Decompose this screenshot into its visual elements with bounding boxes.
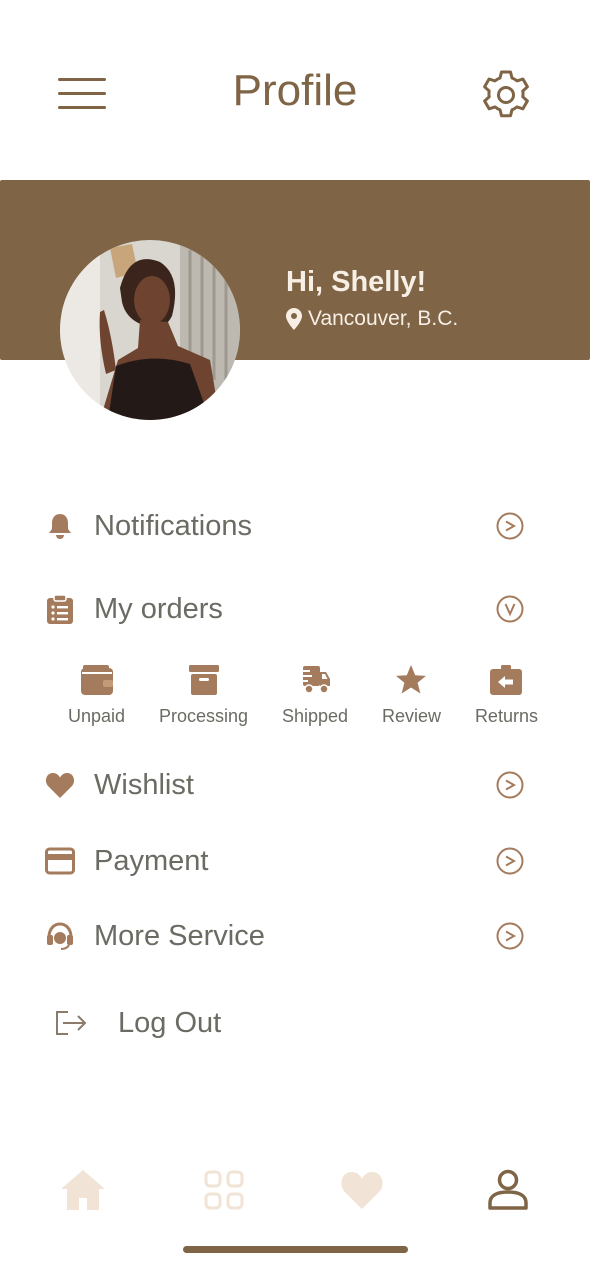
wishlist-row[interactable]: Wishlist xyxy=(44,760,534,810)
tab-wishlist[interactable] xyxy=(330,1158,394,1222)
location: Vancouver, B.C. xyxy=(286,307,458,331)
order-shipped-label: Shipped xyxy=(281,706,349,726)
archive-box-icon xyxy=(184,662,224,698)
home-icon xyxy=(61,1170,105,1210)
avatar[interactable] xyxy=(60,240,240,420)
credit-card-icon xyxy=(44,845,76,877)
my-orders-row[interactable]: My orders xyxy=(44,584,534,634)
order-review-label: Review xyxy=(381,706,441,726)
map-pin-icon xyxy=(286,308,302,330)
headset-icon xyxy=(44,920,76,952)
wallet-icon xyxy=(77,662,117,698)
order-returns-label: Returns xyxy=(474,706,538,726)
delivery-truck-icon xyxy=(295,662,335,698)
tab-profile[interactable] xyxy=(476,1158,540,1222)
clipboard-list-icon xyxy=(44,593,76,625)
log-out-button[interactable]: Log Out xyxy=(54,998,221,1048)
chevron-right-circle-icon[interactable] xyxy=(496,922,524,950)
chevron-right-circle-icon[interactable] xyxy=(496,512,524,540)
payment-label: Payment xyxy=(94,844,209,877)
heart-icon xyxy=(341,1172,383,1209)
order-processing-label: Processing xyxy=(158,706,249,726)
tab-categories[interactable] xyxy=(192,1158,256,1222)
bottom-tab-bar xyxy=(0,1158,590,1222)
wishlist-label: Wishlist xyxy=(94,768,194,801)
payment-row[interactable]: Payment xyxy=(44,836,534,886)
greeting-text: Hi, Shelly! xyxy=(286,266,427,298)
notifications-label: Notifications xyxy=(94,509,252,542)
avatar-photo xyxy=(60,240,240,420)
chevron-right-circle-icon[interactable] xyxy=(496,771,524,799)
notifications-row[interactable]: Notifications xyxy=(44,501,534,551)
home-indicator xyxy=(183,1246,408,1253)
chevron-right-circle-icon[interactable] xyxy=(496,847,524,875)
order-processing[interactable]: Processing xyxy=(159,662,248,727)
heart-icon xyxy=(44,769,76,801)
order-unpaid-label: Unpaid xyxy=(68,706,126,726)
order-status-bar: Unpaid Processing Shipped Review Returns xyxy=(68,662,538,727)
settings-button[interactable] xyxy=(479,68,533,122)
return-box-icon xyxy=(486,662,526,698)
order-returns[interactable]: Returns xyxy=(475,662,538,727)
chevron-down-circle-icon[interactable] xyxy=(496,595,524,623)
more-service-label: More Service xyxy=(94,919,265,952)
bell-icon xyxy=(44,510,76,542)
location-text: Vancouver, B.C. xyxy=(308,307,459,330)
order-shipped[interactable]: Shipped xyxy=(282,662,348,727)
log-out-label: Log Out xyxy=(118,1006,222,1039)
my-orders-label: My orders xyxy=(94,592,223,625)
order-review[interactable]: Review xyxy=(382,662,441,727)
star-icon xyxy=(391,662,431,698)
user-icon xyxy=(488,1169,528,1210)
tab-home[interactable] xyxy=(51,1158,115,1222)
gear-icon xyxy=(483,70,529,118)
order-unpaid[interactable]: Unpaid xyxy=(68,662,125,727)
grid-icon xyxy=(204,1170,244,1210)
sign-out-icon xyxy=(56,1011,87,1035)
more-service-row[interactable]: More Service xyxy=(44,911,534,961)
